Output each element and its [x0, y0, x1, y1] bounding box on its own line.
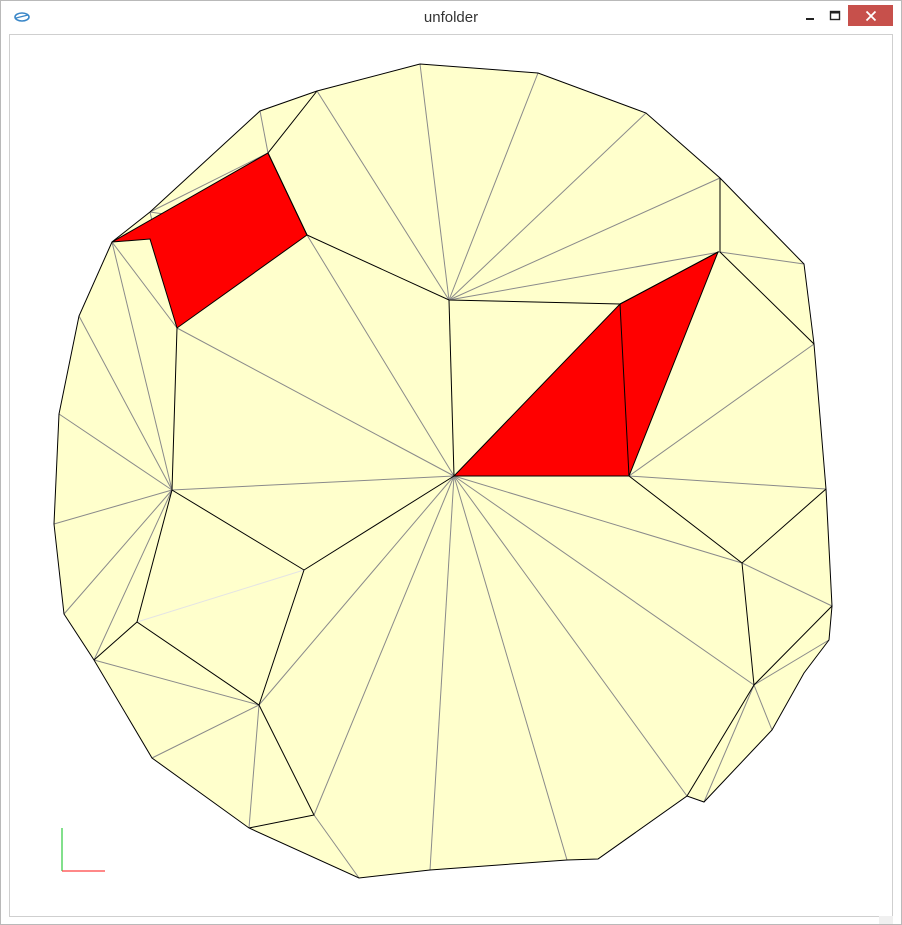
- window-title: unfolder: [423, 9, 479, 26]
- maximize-icon: [829, 10, 841, 20]
- mesh-face-fill: [54, 64, 832, 878]
- xy-axis-icon: [61, 828, 105, 872]
- mesh-canvas[interactable]: [10, 35, 894, 918]
- close-icon: [865, 10, 876, 21]
- close-button[interactable]: [848, 5, 893, 26]
- maximize-button[interactable]: [823, 5, 847, 26]
- minimize-icon: [806, 17, 814, 20]
- title-bar[interactable]: unfolder: [1, 1, 901, 34]
- minimize-button[interactable]: [797, 5, 823, 26]
- unfold-viewport[interactable]: [9, 34, 893, 917]
- app-window: unfolder: [0, 0, 902, 925]
- resize-grip[interactable]: [879, 916, 893, 924]
